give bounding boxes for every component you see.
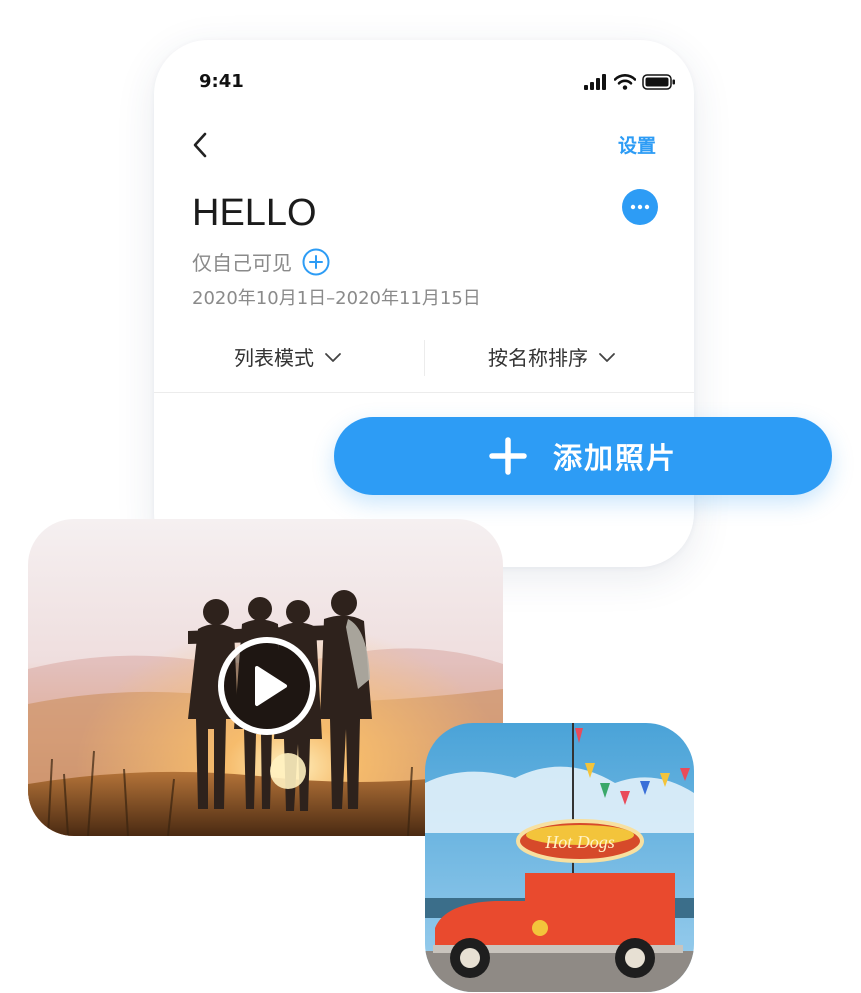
view-mode-dropdown[interactable]: 列表模式 bbox=[234, 342, 342, 371]
wifi-icon bbox=[614, 74, 636, 90]
view-mode-label: 列表模式 bbox=[234, 346, 314, 370]
add-photo-button[interactable]: 添加照片 bbox=[334, 417, 832, 495]
more-button[interactable] bbox=[622, 189, 658, 225]
chevron-down-icon bbox=[599, 352, 615, 362]
play-button[interactable] bbox=[217, 636, 317, 736]
privacy-row: 仅自己可见 bbox=[192, 247, 330, 276]
sort-label: 按名称排序 bbox=[488, 346, 588, 370]
plus-icon bbox=[489, 437, 527, 475]
plus-circle-icon[interactable] bbox=[302, 248, 330, 276]
date-range: 2020年10月1日–2020年11月15日 bbox=[192, 288, 481, 309]
hotdog-truck-image: Hot Dogs bbox=[425, 723, 694, 992]
album-title: HELLO bbox=[192, 192, 317, 234]
chevron-down-icon bbox=[325, 352, 341, 362]
filter-divider bbox=[424, 340, 425, 376]
signal-icon bbox=[584, 74, 606, 90]
chevron-left-icon bbox=[193, 132, 207, 158]
battery-icon bbox=[642, 74, 675, 90]
svg-text:Hot Dogs: Hot Dogs bbox=[544, 832, 615, 852]
status-icons bbox=[584, 74, 676, 90]
settings-link[interactable]: 设置 bbox=[618, 131, 656, 158]
privacy-label: 仅自己可见 bbox=[192, 251, 292, 275]
hotdog-truck-photo[interactable]: Hot Dogs bbox=[425, 723, 694, 992]
filter-bar: 列表模式 按名称排序 bbox=[154, 336, 694, 393]
add-photo-label: 添加照片 bbox=[552, 441, 677, 475]
ellipsis-icon bbox=[630, 204, 650, 210]
back-button[interactable] bbox=[188, 130, 214, 160]
play-icon bbox=[218, 637, 316, 735]
status-time: 9:41 bbox=[199, 71, 244, 92]
sort-dropdown[interactable]: 按名称排序 bbox=[488, 342, 616, 371]
